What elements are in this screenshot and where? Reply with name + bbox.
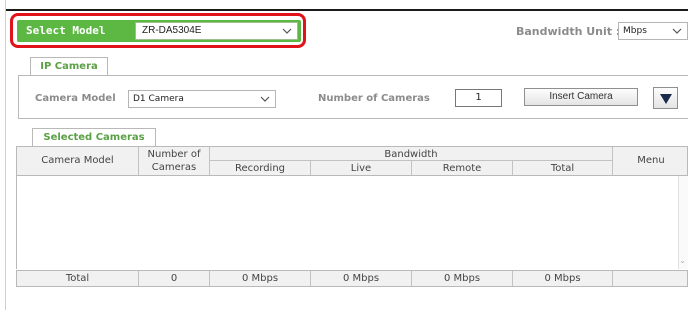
- divider: [209, 271, 210, 286]
- total-label: Total: [65, 273, 90, 284]
- divider: [138, 271, 139, 286]
- tab-ip-camera[interactable]: IP Camera: [30, 57, 108, 75]
- divider: [310, 271, 311, 286]
- select-model-bar: Select Model ZR-DA5304E: [17, 20, 301, 42]
- total-recording: 0 Mbps: [241, 273, 279, 284]
- col-remote: Remote: [442, 163, 482, 174]
- col-bandwidth: Bandwidth: [384, 149, 438, 160]
- divider: [138, 147, 139, 175]
- divider: [612, 147, 613, 175]
- table-total-row: Total 0 0 Mbps 0 Mbps 0 Mbps 0 Mbps: [16, 270, 688, 287]
- col-camera-model: Camera Model: [41, 155, 114, 166]
- number-of-cameras-label: Number of Cameras: [318, 93, 430, 104]
- camera-model-value: D1 Camera: [133, 94, 184, 104]
- expand-button[interactable]: [653, 87, 678, 109]
- scroll-down-icon: ⌄: [679, 256, 686, 265]
- divider: [411, 160, 412, 175]
- table-header: Camera Model Number of Cameras Bandwidth…: [16, 146, 688, 176]
- divider: [612, 271, 613, 286]
- bandwidth-unit-value: Mbps: [623, 26, 647, 36]
- model-dropdown-value: ZR-DA5304E: [142, 25, 202, 36]
- top-divider: [6, 9, 688, 11]
- ip-camera-panel: Camera Model D1 Camera Number of Cameras…: [18, 75, 688, 119]
- chevron-down-icon: [672, 26, 682, 36]
- number-of-cameras-input[interactable]: 1: [455, 89, 502, 107]
- divider: [411, 271, 412, 286]
- col-recording: Recording: [234, 163, 285, 174]
- select-model-label: Select Model: [26, 24, 106, 37]
- col-number-line1: Number of: [147, 149, 201, 160]
- col-menu: Menu: [637, 155, 665, 166]
- divider: [512, 271, 513, 286]
- divider: [310, 160, 311, 175]
- camera-model-dropdown[interactable]: D1 Camera: [128, 90, 276, 108]
- total-total: 0 Mbps: [544, 273, 581, 284]
- table-scrollbar[interactable]: ⌄: [678, 176, 688, 269]
- tab-selected-cameras[interactable]: Selected Cameras: [32, 128, 156, 146]
- col-live: Live: [350, 163, 372, 174]
- bandwidth-unit-dropdown[interactable]: Mbps: [618, 22, 688, 40]
- total-cameras: 0: [170, 273, 178, 284]
- divider: [512, 160, 513, 175]
- col-number-line2: Cameras: [151, 162, 197, 173]
- window-frame: [0, 0, 6, 310]
- total-live: 0 Mbps: [342, 273, 380, 284]
- table-body: ⌄: [16, 176, 688, 269]
- divider: [209, 147, 210, 175]
- chevron-down-icon: [282, 26, 292, 36]
- camera-model-label: Camera Model: [35, 93, 116, 104]
- col-total: Total: [550, 163, 575, 174]
- chevron-down-icon: [260, 94, 270, 104]
- model-dropdown[interactable]: ZR-DA5304E: [135, 22, 298, 40]
- total-remote: 0 Mbps: [443, 273, 481, 284]
- insert-camera-button[interactable]: Insert Camera: [524, 88, 638, 106]
- bandwidth-unit-label: Bandwidth Unit :: [516, 25, 621, 38]
